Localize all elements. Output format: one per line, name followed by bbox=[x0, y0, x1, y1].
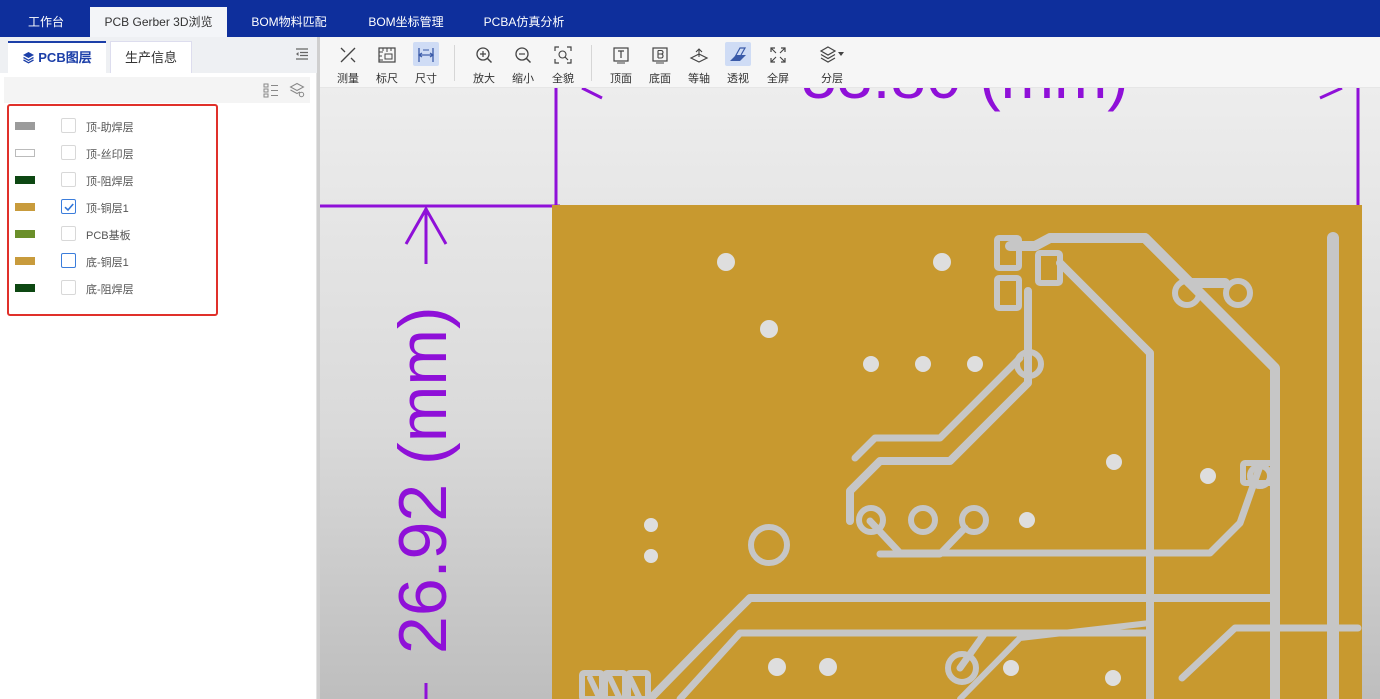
nav-tab-bom-coordinates[interactable]: BOM坐标管理 bbox=[360, 7, 452, 37]
layer-checkbox[interactable] bbox=[61, 226, 76, 241]
layer-checkbox[interactable] bbox=[61, 118, 76, 133]
fit-view-icon bbox=[554, 46, 572, 64]
viewer-toolbar: 测量 标尺 尺寸 放大 缩小 全貌 顶面 底面 等轴 透视 全屏 分层 bbox=[320, 37, 1380, 88]
bottom-view-label: 底面 bbox=[649, 73, 671, 85]
top-view-label: 顶面 bbox=[610, 73, 632, 85]
layer-label: PCB基板 bbox=[86, 230, 131, 242]
layer-item[interactable]: 顶-铜层1 bbox=[13, 198, 213, 216]
layer-label: 底-阻焊层 bbox=[86, 284, 134, 296]
layer-item[interactable]: PCB基板 bbox=[13, 225, 213, 243]
zoom-out-label: 缩小 bbox=[512, 73, 534, 85]
layer-item[interactable]: 顶-助焊层 bbox=[13, 117, 213, 135]
width-dimension-text: 53.80 (mm) bbox=[801, 88, 1128, 112]
zoom-in-icon bbox=[476, 47, 493, 64]
zoom-out-button[interactable]: 缩小 bbox=[505, 42, 541, 86]
layers-small-icon bbox=[23, 52, 35, 64]
layer-item[interactable]: 顶-阻焊层 bbox=[13, 171, 213, 189]
top-nav: 工作台 PCB Gerber 3D浏览 BOM物料匹配 BOM坐标管理 PCBA… bbox=[0, 0, 1380, 37]
height-dimension-text: 26.92 (mm) bbox=[385, 306, 461, 654]
zoom-in-button[interactable]: 放大 bbox=[466, 42, 502, 86]
tab-pcb-layers-label: PCB图层 bbox=[38, 50, 92, 65]
left-panel: PCB图层 生产信息 顶-助焊层 顶-丝印层 顶-阻焊层 顶-铜层1 PCB基板… bbox=[0, 37, 317, 699]
perspective-button[interactable]: 透视 bbox=[720, 42, 756, 86]
layer-color-swatch bbox=[15, 284, 35, 292]
height-dimension: 26.92 (mm) bbox=[320, 204, 560, 699]
list-view-icon[interactable] bbox=[263, 82, 279, 98]
panel-tabs: PCB图层 生产信息 bbox=[0, 37, 317, 73]
layers-icon bbox=[819, 46, 844, 63]
pcb-3d-viewport[interactable]: 53.80 (mm) 26.92 (mm) bbox=[320, 88, 1380, 699]
ruler-button[interactable]: 标尺 bbox=[369, 42, 405, 86]
fit-view-label: 全貌 bbox=[552, 73, 574, 85]
isometric-icon bbox=[689, 48, 709, 63]
layer-label: 顶-铜层1 bbox=[86, 203, 129, 215]
measure-icon bbox=[340, 47, 356, 63]
collapse-panel-icon[interactable] bbox=[295, 47, 309, 61]
isometric-button[interactable]: 等轴 bbox=[681, 42, 717, 86]
layer-checkbox[interactable] bbox=[61, 145, 76, 160]
checkmark-icon bbox=[64, 203, 74, 212]
layer-label: 顶-助焊层 bbox=[86, 122, 134, 134]
layer-list: 顶-助焊层 顶-丝印层 顶-阻焊层 顶-铜层1 PCB基板 底-铜层1 底-阻焊… bbox=[7, 104, 218, 316]
bottom-view-icon bbox=[652, 47, 668, 64]
nav-tab-pcb-gerber-3d[interactable]: PCB Gerber 3D浏览 bbox=[90, 7, 227, 37]
toolbar-separator bbox=[454, 45, 455, 81]
layer-color-swatch bbox=[15, 176, 35, 184]
fullscreen-icon bbox=[770, 47, 786, 63]
fit-view-button[interactable]: 全貌 bbox=[545, 42, 581, 86]
measure-button[interactable]: 测量 bbox=[330, 42, 366, 86]
layer-checkbox-checked[interactable] bbox=[61, 199, 76, 214]
perspective-icon bbox=[730, 47, 747, 61]
layer-color-swatch bbox=[15, 149, 35, 157]
fullscreen-button[interactable]: 全屏 bbox=[760, 42, 796, 86]
measure-label: 测量 bbox=[337, 73, 359, 85]
tab-pcb-layers[interactable]: PCB图层 bbox=[8, 41, 106, 73]
pcb-render: 53.80 (mm) 26.92 (mm) bbox=[320, 88, 1362, 699]
dimension-icon bbox=[417, 48, 435, 62]
top-view-button[interactable]: 顶面 bbox=[603, 42, 639, 86]
layer-label: 顶-丝印层 bbox=[86, 149, 134, 161]
bottom-view-button[interactable]: 底面 bbox=[642, 42, 678, 86]
layer-color-swatch bbox=[15, 230, 35, 238]
layer-toolbar bbox=[4, 77, 310, 103]
ruler-label: 标尺 bbox=[376, 73, 398, 85]
layer-settings-icon[interactable] bbox=[289, 82, 305, 98]
layer-item[interactable]: 底-铜层1 bbox=[13, 252, 213, 270]
perspective-label: 透视 bbox=[727, 73, 749, 85]
layer-item[interactable]: 底-阻焊层 bbox=[13, 279, 213, 297]
nav-tab-pcba-simulation[interactable]: PCBA仿真分析 bbox=[476, 7, 572, 37]
top-view-icon bbox=[613, 47, 629, 64]
layers-dropdown-button[interactable]: 分层 bbox=[814, 42, 850, 86]
layer-label: 底-铜层1 bbox=[86, 257, 129, 269]
layer-checkbox[interactable] bbox=[61, 172, 76, 187]
isometric-label: 等轴 bbox=[688, 73, 710, 85]
layer-color-swatch bbox=[15, 122, 35, 130]
zoom-out-icon bbox=[515, 47, 532, 64]
nav-tab-workbench[interactable]: 工作台 bbox=[14, 7, 78, 37]
layer-checkbox[interactable] bbox=[61, 253, 76, 268]
toolbar-separator bbox=[591, 45, 592, 81]
nav-tab-bom-matching[interactable]: BOM物料匹配 bbox=[243, 7, 335, 37]
dimension-button[interactable]: 尺寸 bbox=[408, 42, 444, 86]
layer-label: 顶-阻焊层 bbox=[86, 176, 134, 188]
zoom-in-label: 放大 bbox=[473, 73, 495, 85]
layer-item[interactable]: 顶-丝印层 bbox=[13, 144, 213, 162]
layer-color-swatch bbox=[15, 257, 35, 265]
width-dimension: 53.80 (mm) bbox=[554, 88, 1360, 206]
dimension-label: 尺寸 bbox=[415, 73, 437, 85]
tab-production-info[interactable]: 生产信息 bbox=[110, 41, 192, 73]
ruler-icon bbox=[378, 47, 396, 63]
layer-color-swatch bbox=[15, 203, 35, 211]
layers-label: 分层 bbox=[821, 73, 843, 85]
fullscreen-label: 全屏 bbox=[767, 73, 789, 85]
layer-checkbox[interactable] bbox=[61, 280, 76, 295]
